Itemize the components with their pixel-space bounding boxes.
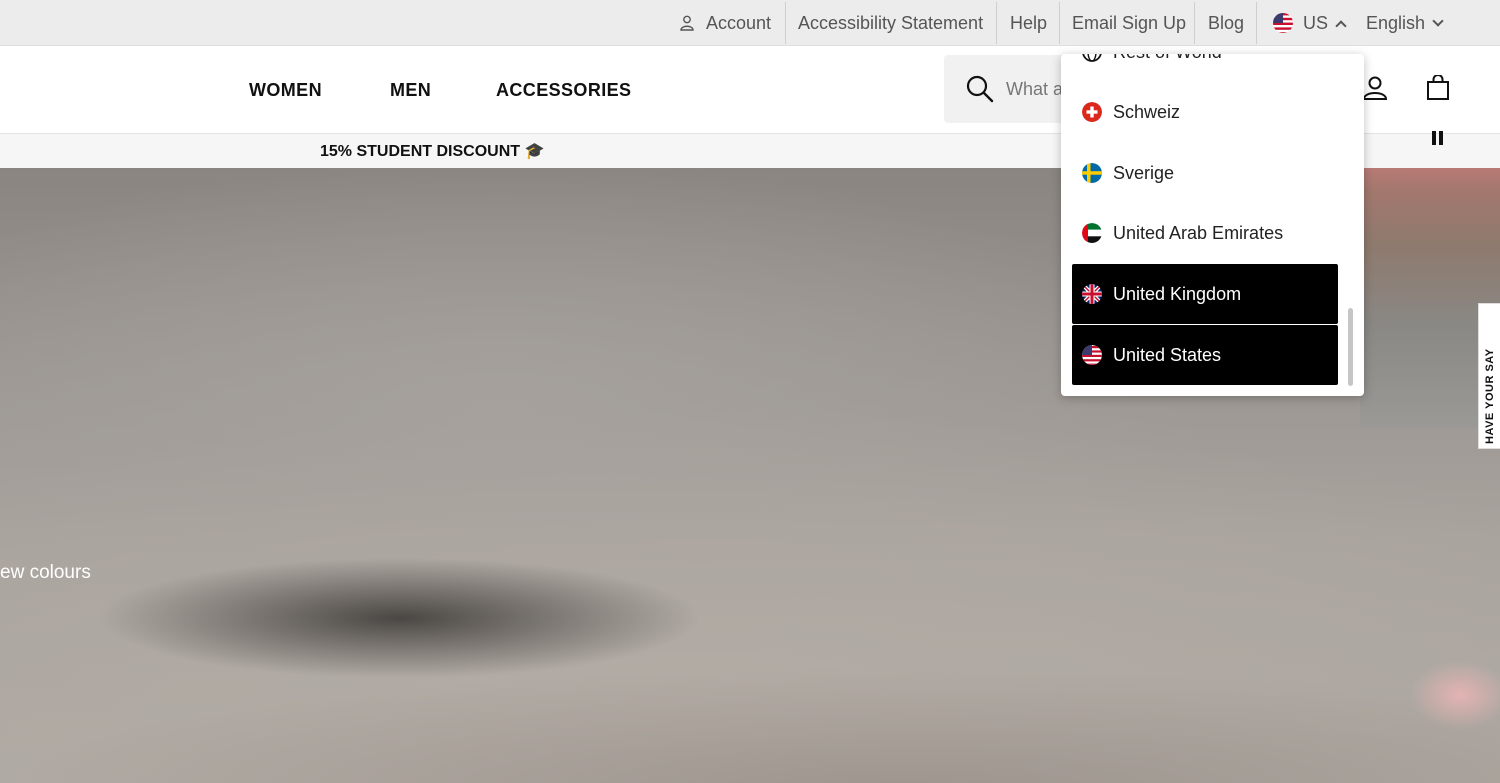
chevron-down-icon	[1432, 15, 1444, 27]
divider	[996, 2, 997, 44]
divider	[1059, 2, 1060, 44]
chevron-up-icon	[1335, 19, 1347, 32]
divider	[1194, 2, 1195, 44]
divider	[1256, 2, 1257, 44]
pause-icon[interactable]	[1431, 131, 1445, 147]
account-icon	[680, 15, 694, 31]
swedish-flag-icon	[1082, 163, 1102, 183]
accessibility-link[interactable]: Accessibility Statement	[798, 0, 983, 46]
country-option-rest-of-world[interactable]: Rest of World	[1072, 54, 1338, 82]
dropdown-scrollbar[interactable]	[1348, 308, 1353, 386]
hero-caption: ew colours	[0, 562, 91, 583]
us-flag-icon	[1082, 345, 1102, 365]
email-signup-link[interactable]: Email Sign Up	[1072, 0, 1186, 46]
account-link[interactable]: Account	[680, 0, 771, 46]
promo-text[interactable]: 15% STUDENT DISCOUNT 🎓	[320, 134, 544, 168]
blog-link[interactable]: Blog	[1208, 0, 1244, 46]
country-option-uae[interactable]: United Arab Emirates	[1072, 203, 1338, 263]
country-option-label: Sverige	[1113, 162, 1175, 183]
shopping-bag-icon[interactable]	[1426, 75, 1450, 101]
help-link[interactable]: Help	[1010, 0, 1047, 46]
feedback-tab-label: HAVE YOUR SAY	[1484, 348, 1496, 444]
nav-men[interactable]: MEN	[390, 46, 431, 134]
utility-bar: Account Accessibility Statement Help Ema…	[0, 0, 1500, 46]
country-option-label: Schweiz	[1113, 101, 1181, 122]
language-label: English	[1366, 12, 1426, 33]
region-label: US	[1303, 12, 1329, 33]
country-option-label: United Arab Emirates	[1113, 222, 1284, 243]
country-dropdown[interactable]: Rest of World Schweiz Sverige	[1061, 54, 1364, 396]
nav-accessories[interactable]: ACCESSORIES	[496, 46, 631, 134]
account-label: Account	[706, 12, 772, 33]
language-selector[interactable]: English	[1366, 0, 1444, 46]
uk-flag-icon	[1082, 284, 1102, 304]
uae-flag-icon	[1082, 223, 1102, 243]
country-option-united-kingdom[interactable]: United Kingdom	[1072, 264, 1338, 324]
swiss-flag-icon	[1082, 102, 1102, 122]
country-option-sverige[interactable]: Sverige	[1072, 143, 1338, 203]
country-option-label: United States	[1113, 344, 1222, 365]
country-option-schweiz[interactable]: Schweiz	[1072, 82, 1338, 142]
divider	[785, 2, 786, 44]
region-selector[interactable]: US	[1272, 0, 1347, 46]
feedback-tab[interactable]: HAVE YOUR SAY	[1478, 303, 1500, 449]
nav-women[interactable]: WOMEN	[249, 46, 322, 134]
country-option-united-states[interactable]: United States	[1072, 325, 1338, 385]
account-icon[interactable]	[1362, 75, 1388, 101]
hero-background-detail	[1410, 660, 1500, 730]
us-flag-icon	[1273, 13, 1293, 33]
country-option-label: Rest of World	[1113, 54, 1222, 63]
search-icon	[966, 75, 994, 103]
globe-icon	[1082, 54, 1102, 62]
country-option-label: United Kingdom	[1113, 283, 1242, 304]
